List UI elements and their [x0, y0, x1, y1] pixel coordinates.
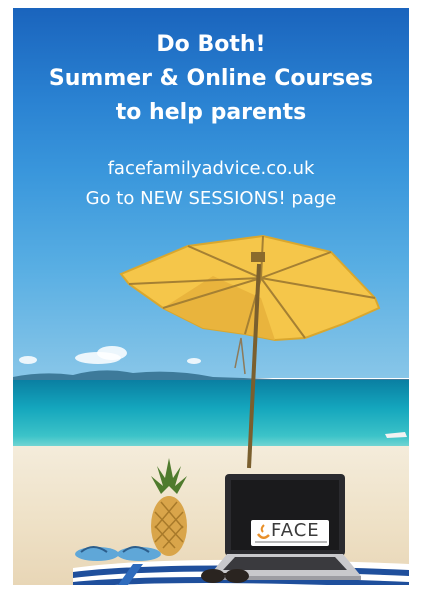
- face-logo: FACE: [251, 520, 329, 546]
- face-logo-word: FACE: [271, 520, 320, 541]
- website-url: facefamilyadvice.co.uk: [107, 158, 315, 179]
- poster: Do Both! Summer & Online Courses to help…: [13, 8, 409, 585]
- headline: Do Both! Summer & Online Courses to help…: [13, 28, 409, 130]
- subheading: facefamilyadvice.co.uk Go to NEW SESSION…: [13, 154, 409, 214]
- headline-line-3: to help parents: [115, 100, 307, 125]
- face-logo-tagline-bar: [255, 541, 327, 543]
- sunglasses: [201, 569, 249, 583]
- face-logo-icon: [256, 524, 270, 539]
- sessions-callout: Go to NEW SESSIONS! page: [85, 188, 337, 209]
- laptop-display: FACE: [231, 480, 339, 550]
- laptop-screen: FACE: [225, 474, 345, 556]
- headline-line-1: Do Both!: [156, 32, 266, 57]
- headline-line-2: Summer & Online Courses: [48, 66, 374, 91]
